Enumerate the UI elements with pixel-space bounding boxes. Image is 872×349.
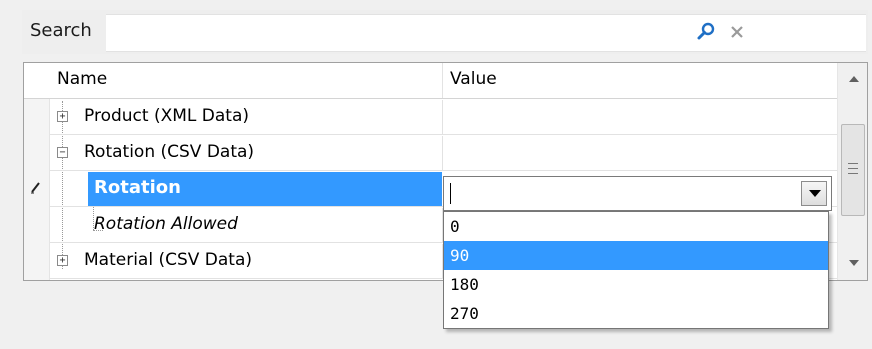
- row-selector-column: [24, 99, 50, 280]
- dropdown-option[interactable]: 0: [444, 212, 828, 241]
- cell-divider: [442, 136, 443, 170]
- row-label: Product (XML Data): [84, 106, 249, 126]
- grip-icon: [848, 173, 858, 174]
- arrow-up-icon: [849, 76, 859, 82]
- row-label: Rotation Allowed: [94, 214, 238, 234]
- expand-icon[interactable]: +: [57, 111, 68, 122]
- column-divider[interactable]: [442, 63, 443, 98]
- search-input[interactable]: [106, 14, 866, 52]
- scroll-up-button[interactable]: [838, 63, 867, 93]
- cell-divider: [442, 100, 443, 134]
- close-icon[interactable]: [726, 20, 750, 44]
- scroll-down-button[interactable]: [838, 250, 867, 280]
- row-label: Rotation (CSV Data): [84, 142, 255, 162]
- grip-icon: [848, 168, 858, 169]
- search-label: Search: [30, 20, 92, 41]
- dropdown-option[interactable]: 270: [444, 299, 828, 328]
- pencil-icon: [28, 179, 44, 195]
- text-caret: [450, 183, 451, 204]
- row-label: Material (CSV Data): [84, 250, 253, 270]
- row-label: Rotation: [94, 177, 181, 198]
- grid-row-rotation-category[interactable]: − Rotation (CSV Data): [50, 136, 837, 171]
- grip-icon: [848, 163, 858, 164]
- chevron-down-icon: [809, 190, 821, 197]
- column-header-value[interactable]: Value: [450, 69, 497, 89]
- vertical-scrollbar[interactable]: [837, 63, 867, 280]
- collapse-icon[interactable]: −: [57, 147, 68, 158]
- dropdown-option[interactable]: 180: [444, 270, 828, 299]
- selected-cell[interactable]: Rotation: [50, 172, 442, 206]
- grid-row-product[interactable]: + Product (XML Data): [50, 100, 837, 135]
- expand-icon[interactable]: +: [57, 255, 68, 266]
- search-icon[interactable]: [694, 20, 718, 44]
- dropdown-button[interactable]: [801, 181, 827, 206]
- arrow-down-icon: [849, 260, 859, 266]
- column-header-name[interactable]: Name: [57, 69, 107, 89]
- grid-header: Name Value: [24, 63, 837, 99]
- dropdown-list: 0 90 180 270: [443, 211, 829, 329]
- value-editor[interactable]: [443, 176, 832, 211]
- dropdown-option-selected[interactable]: 90: [444, 241, 828, 270]
- scroll-thumb[interactable]: [841, 124, 865, 216]
- search-bar: Search: [22, 10, 868, 54]
